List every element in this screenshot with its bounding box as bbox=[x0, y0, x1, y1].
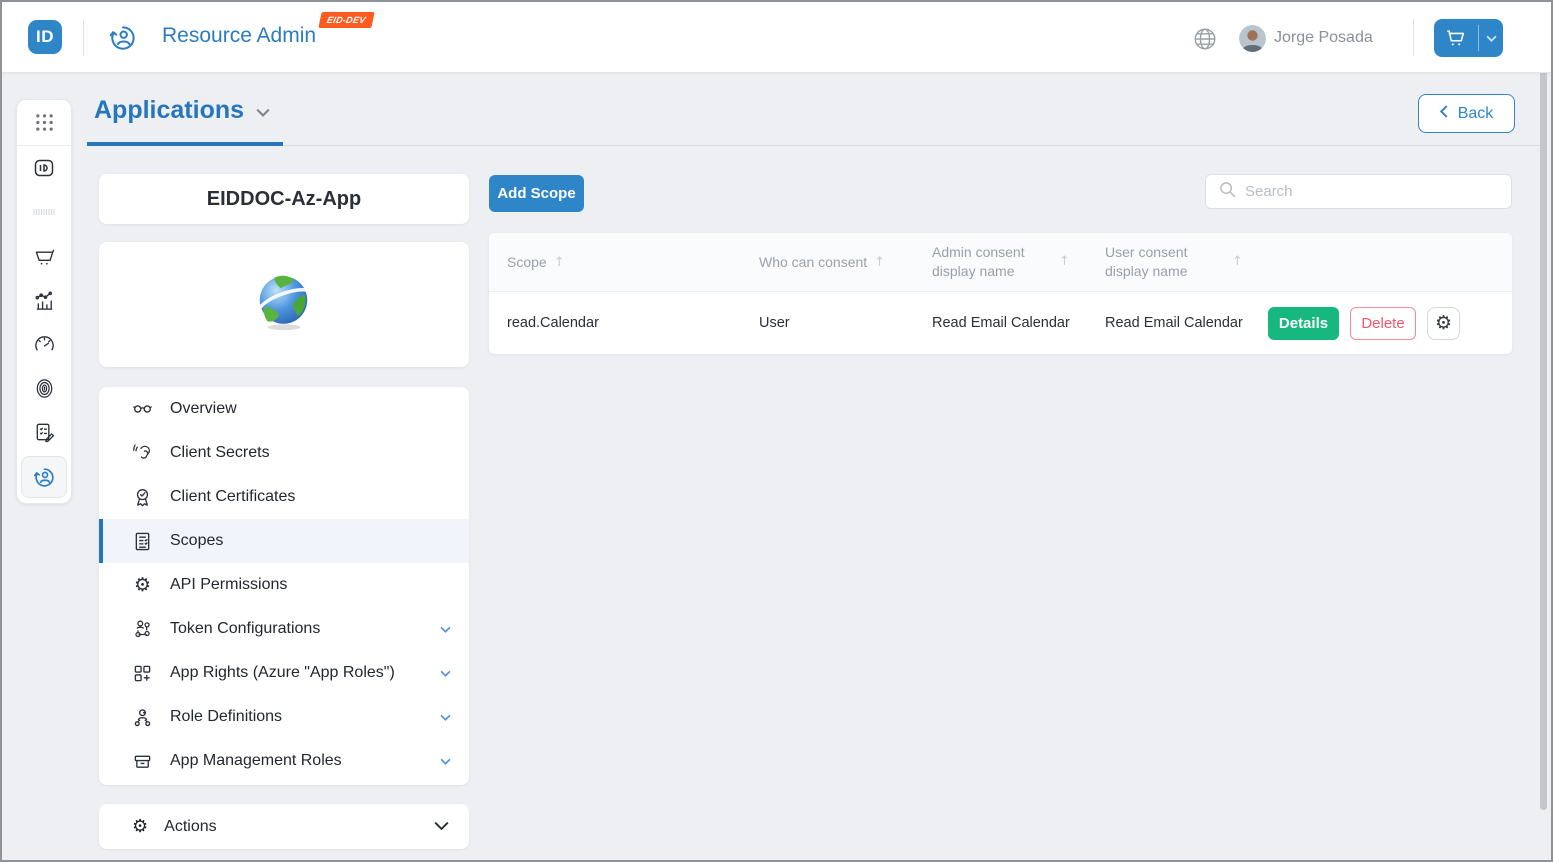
search-input[interactable] bbox=[1245, 183, 1511, 200]
cart-icon bbox=[1434, 27, 1478, 49]
column-header-admin-consent[interactable]: Admin consent display name↑ bbox=[932, 233, 1070, 291]
back-button[interactable]: Back bbox=[1418, 94, 1515, 133]
grid-plus-icon bbox=[132, 663, 153, 684]
menu-item-label: API Permissions bbox=[170, 576, 287, 594]
menu-item-app-management-roles[interactable]: App Management Roles bbox=[99, 739, 469, 783]
search-box bbox=[1205, 174, 1512, 209]
actions-dropdown[interactable]: ⚙ Actions bbox=[99, 804, 469, 849]
table-header-row: Scope↑ Who can consent↑ Admin consent di… bbox=[489, 233, 1512, 292]
network-icon bbox=[132, 619, 153, 640]
top-header: ID Resource Admin EID-DEV bbox=[2, 2, 1551, 73]
role-icon bbox=[132, 707, 153, 728]
cart-icon[interactable] bbox=[17, 234, 71, 278]
menu-item-label: Token Configurations bbox=[170, 620, 320, 638]
cell-user-consent-display-name: Read Email Calendar bbox=[1105, 292, 1243, 354]
fingerprint-icon[interactable] bbox=[17, 366, 71, 410]
chevron-down-icon bbox=[434, 818, 449, 836]
actions-label: Actions bbox=[164, 818, 216, 836]
gear-icon: ⚙ bbox=[1435, 312, 1452, 334]
gear-icon: ⚙ bbox=[132, 575, 153, 596]
id-badge-icon[interactable] bbox=[17, 146, 71, 190]
search-icon bbox=[1219, 181, 1236, 203]
menu-item-label: Overview bbox=[170, 400, 237, 418]
menu-item-label: App Rights (Azure "App Roles") bbox=[170, 664, 395, 682]
cell-admin-consent-display-name: Read Email Calendar bbox=[932, 292, 1070, 354]
analytics-icon[interactable] bbox=[17, 278, 71, 322]
chevron-left-icon bbox=[1440, 105, 1448, 123]
document-icon bbox=[132, 531, 153, 552]
app-name: EIDDOC-Az-App bbox=[207, 188, 361, 211]
user-name[interactable]: Jorge Posada bbox=[1274, 29, 1373, 47]
barcode-icon[interactable] bbox=[17, 190, 71, 234]
logo-text: ID bbox=[36, 27, 54, 47]
ear-icon bbox=[132, 443, 153, 464]
form-edit-icon[interactable] bbox=[17, 410, 71, 454]
menu-item-label: App Management Roles bbox=[170, 752, 342, 770]
gear-icon: ⚙ bbox=[132, 816, 148, 837]
app-name-card: EIDDOC-Az-App bbox=[99, 174, 469, 224]
chevron-down-icon bbox=[440, 664, 451, 682]
cart-button[interactable] bbox=[1434, 19, 1503, 57]
scopes-table: Scope↑ Who can consent↑ Admin consent di… bbox=[489, 233, 1512, 354]
chevron-down-icon bbox=[440, 708, 451, 726]
column-header-who-can-consent[interactable]: Who can consent↑ bbox=[759, 233, 885, 291]
tab-underline bbox=[87, 145, 1542, 146]
menu-item-overview[interactable]: Overview bbox=[99, 387, 469, 431]
gauge-icon[interactable] bbox=[17, 322, 71, 366]
sort-arrow-icon: ↑ bbox=[554, 255, 565, 270]
header-divider bbox=[83, 19, 84, 56]
cell-who-can-consent: User bbox=[759, 292, 790, 354]
app-window: ID Resource Admin EID-DEV bbox=[0, 0, 1553, 862]
chevron-down-icon bbox=[440, 752, 451, 770]
app-title: Resource Admin bbox=[162, 24, 316, 48]
resource-admin-icon[interactable] bbox=[21, 456, 67, 498]
glasses-icon bbox=[132, 399, 153, 420]
certificate-icon bbox=[132, 487, 153, 508]
column-header-scope[interactable]: Scope↑ bbox=[507, 233, 565, 291]
chevron-down-icon bbox=[256, 104, 270, 122]
company-logo[interactable]: ID bbox=[28, 20, 62, 54]
icon-rail bbox=[16, 99, 72, 504]
menu-item-token-configurations[interactable]: Token Configurations bbox=[99, 607, 469, 651]
environment-badge: EID-DEV bbox=[318, 12, 374, 28]
avatar[interactable] bbox=[1239, 25, 1266, 52]
table-row: read.Calendar User Read Email Calendar R… bbox=[489, 292, 1512, 354]
menu-item-scopes[interactable]: Scopes bbox=[99, 519, 469, 563]
menu-item-role-definitions[interactable]: Role Definitions bbox=[99, 695, 469, 739]
globe-logo bbox=[253, 271, 315, 338]
apps-grid-icon[interactable] bbox=[17, 100, 71, 146]
scrollbar-thumb[interactable] bbox=[1540, 10, 1547, 810]
menu-item-label: Client Certificates bbox=[170, 488, 295, 506]
active-tab-indicator bbox=[87, 142, 283, 146]
back-label: Back bbox=[1458, 105, 1494, 123]
header-divider bbox=[1413, 19, 1414, 56]
menu-item-label: Client Secrets bbox=[170, 444, 270, 462]
app-section-menu: Overview Client Secrets Client Certi bbox=[99, 387, 469, 785]
chevron-down-icon[interactable] bbox=[1479, 35, 1503, 42]
sort-arrow-icon: ↑ bbox=[1059, 253, 1070, 271]
menu-item-label: Role Definitions bbox=[170, 708, 282, 726]
globe-icon[interactable] bbox=[1192, 26, 1218, 52]
row-settings-button[interactable]: ⚙ bbox=[1427, 307, 1460, 340]
applications-dropdown[interactable]: Applications bbox=[94, 96, 270, 125]
menu-item-client-certificates[interactable]: Client Certificates bbox=[99, 475, 469, 519]
page-title: Applications bbox=[94, 96, 244, 125]
cell-scope: read.Calendar bbox=[507, 292, 599, 354]
chevron-down-icon bbox=[440, 620, 451, 638]
app-logo-card bbox=[99, 242, 469, 367]
menu-item-app-rights[interactable]: App Rights (Azure "App Roles") bbox=[99, 651, 469, 695]
add-scope-button[interactable]: Add Scope bbox=[489, 175, 584, 212]
details-button[interactable]: Details bbox=[1268, 307, 1339, 340]
resource-admin-icon bbox=[107, 22, 139, 54]
menu-item-label: Scopes bbox=[170, 532, 223, 550]
column-header-user-consent[interactable]: User consent display name↑ bbox=[1105, 233, 1243, 291]
menu-item-client-secrets[interactable]: Client Secrets bbox=[99, 431, 469, 475]
archive-icon bbox=[132, 751, 153, 772]
delete-button[interactable]: Delete bbox=[1350, 307, 1416, 340]
sort-arrow-icon: ↑ bbox=[1232, 253, 1243, 271]
menu-item-api-permissions[interactable]: ⚙ API Permissions bbox=[99, 563, 469, 607]
sort-arrow-icon: ↑ bbox=[874, 255, 885, 270]
